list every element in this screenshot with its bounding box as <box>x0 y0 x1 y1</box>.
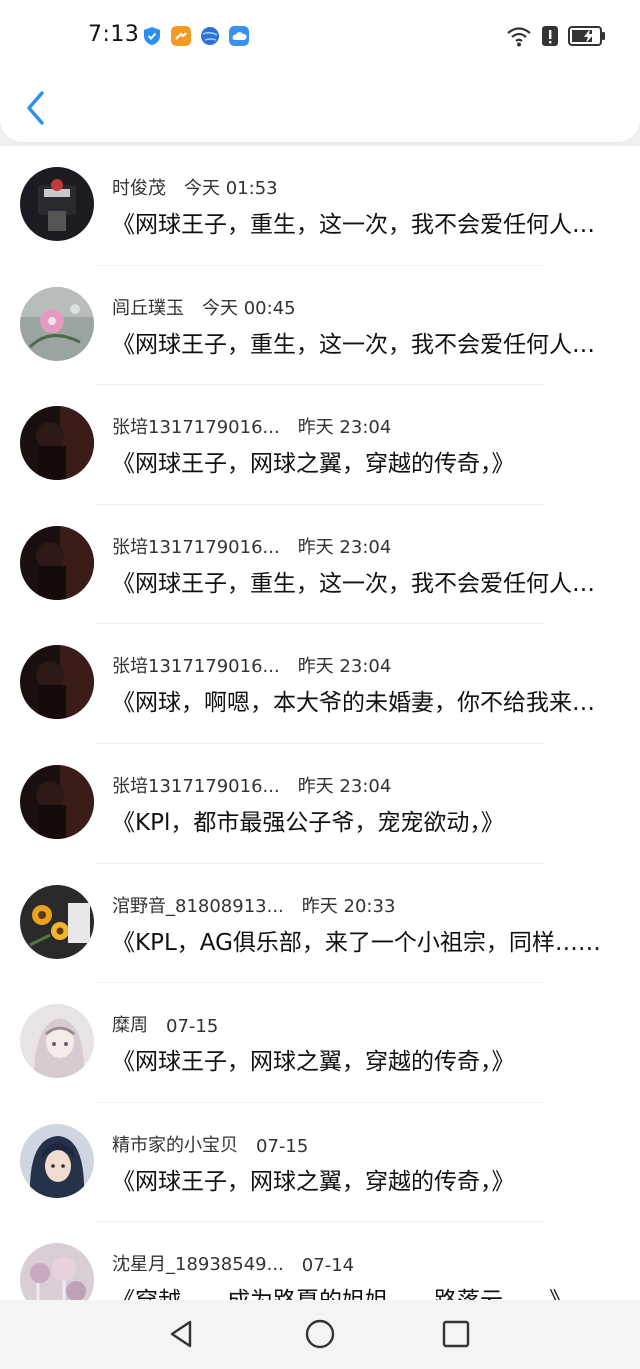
message-preview: 《网球王子，重生，这一次，我不会爱任何人了》 <box>112 570 617 597</box>
username: 张培1317179016... <box>112 775 280 797</box>
username: 张培1317179016... <box>112 417 280 439</box>
avatar[interactable] <box>20 764 94 839</box>
avatar[interactable] <box>20 525 94 600</box>
recents-square-icon[interactable] <box>440 1318 472 1350</box>
avatar[interactable] <box>20 1123 94 1198</box>
home-circle-icon[interactable] <box>304 1318 336 1350</box>
message-preview: 《网球王子，网球之翼，穿越的传奇，》 <box>112 1049 515 1076</box>
shield-icon <box>144 27 160 45</box>
app-orange-icon <box>171 26 191 46</box>
system-navigation-bar <box>0 1300 640 1369</box>
message-preview: 《网球王子，重生，这一次，我不会爱任何人了》 <box>112 212 617 238</box>
timestamp: 07-14 <box>301 1255 355 1277</box>
alert-icon <box>542 26 558 46</box>
timestamp: 昨天 23:04 <box>297 656 392 678</box>
timestamp: 07-15 <box>166 1016 219 1038</box>
status-bar: 7:13 <box>0 0 640 70</box>
list-item[interactable]: 张培1317179016... 昨天 23:04 《网球，啊嗯，本大爷的未婚妻，你… <box>0 624 640 744</box>
message-preview: 《网球王子，网球之翼，穿越的传奇，》 <box>112 451 515 478</box>
timestamp: 昨天 23:04 <box>297 775 392 797</box>
message-preview: 《网球王子，重生，这一次，我不会爱任何人了》 <box>112 331 617 358</box>
message-preview: 《KPl，都市最强公子爷，宠宠欲动，》 <box>112 809 504 836</box>
list-item[interactable]: 糜周 07-15 《网球王子，网球之翼，穿越的传奇，》 <box>0 983 640 1103</box>
status-time: 7:13 <box>88 22 140 47</box>
username: 精市家的小宝贝 <box>112 1134 238 1156</box>
username: 糜周 <box>112 1015 148 1037</box>
avatar[interactable] <box>20 645 94 720</box>
message-preview: 《KPL，AG俱乐部，来了一个小祖宗，同样……》 <box>112 929 617 956</box>
username: 张培1317179016... <box>112 536 280 558</box>
username: 沈星月_18938549... <box>112 1254 284 1276</box>
wifi-icon <box>507 27 531 47</box>
timestamp: 昨天 20:33 <box>301 895 396 917</box>
timestamp: 07-15 <box>256 1135 309 1157</box>
list-item[interactable]: 精市家的小宝贝 07-15 《网球王子，网球之翼，穿越的传奇，》 <box>0 1103 640 1223</box>
back-button[interactable] <box>20 88 52 128</box>
top-app-bar: 7:13 <box>0 0 640 142</box>
message-preview: 《穿越……成为路夏的姐姐……路落云……》 <box>112 1281 617 1300</box>
username: 时俊茂 <box>112 178 166 199</box>
list-item[interactable]: 张培1317179016... 昨天 23:04 《KPl，都市最强公子爷，宠宠欲… <box>0 744 640 864</box>
globe-icon <box>201 27 219 45</box>
username: 张培1317179016... <box>112 656 280 678</box>
timestamp: 昨天 23:04 <box>297 417 392 439</box>
chevron-left-icon <box>27 91 44 125</box>
message-preview: 《网球，啊嗯，本大爷的未婚妻，你不给我来点什么》 <box>112 690 617 717</box>
avatar[interactable] <box>20 286 94 361</box>
timestamp: 今天 01:53 <box>184 178 278 199</box>
list-item[interactable]: 时俊茂 今天 01:53 《网球王子，重生，这一次，我不会爱任何人了》 <box>0 146 640 266</box>
avatar[interactable] <box>20 1004 94 1079</box>
cloud-icon <box>229 26 249 46</box>
avatar[interactable] <box>20 167 94 241</box>
list-item[interactable]: 张培1317179016... 昨天 23:04 《网球王子，网球之翼，穿越的传奇… <box>0 385 640 505</box>
list-item[interactable]: 沈星月_18938549... 07-14 《穿越……成为路夏的姐姐……路落云……… <box>0 1222 640 1300</box>
list-item[interactable]: 涫野音_81808913... 昨天 20:33 《KPL，AG俱乐部，来了一个小… <box>0 864 640 984</box>
username: 涫野音_81808913... <box>112 895 284 917</box>
avatar[interactable] <box>20 1243 94 1300</box>
timestamp: 昨天 23:04 <box>297 536 392 558</box>
message-list[interactable]: 时俊茂 今天 01:53 《网球王子，重生，这一次，我不会爱任何人了》 闾丘璞玉今… <box>0 146 640 1300</box>
username: 闾丘璞玉 <box>112 297 184 319</box>
list-item[interactable]: 闾丘璞玉 今天 00:45 《网球王子，重生，这一次，我不会爱任何人了》 <box>0 266 640 386</box>
battery-charging-icon <box>568 26 605 46</box>
avatar[interactable] <box>20 884 94 959</box>
message-preview: 《网球王子，网球之翼，穿越的传奇，》 <box>112 1168 515 1195</box>
timestamp: 今天 00:45 <box>202 297 296 319</box>
list-item[interactable]: 张培1317179016... 昨天 23:04 《网球王子，重生，这一次，我不会… <box>0 505 640 625</box>
avatar[interactable] <box>20 406 94 481</box>
back-triangle-icon[interactable] <box>166 1318 198 1350</box>
